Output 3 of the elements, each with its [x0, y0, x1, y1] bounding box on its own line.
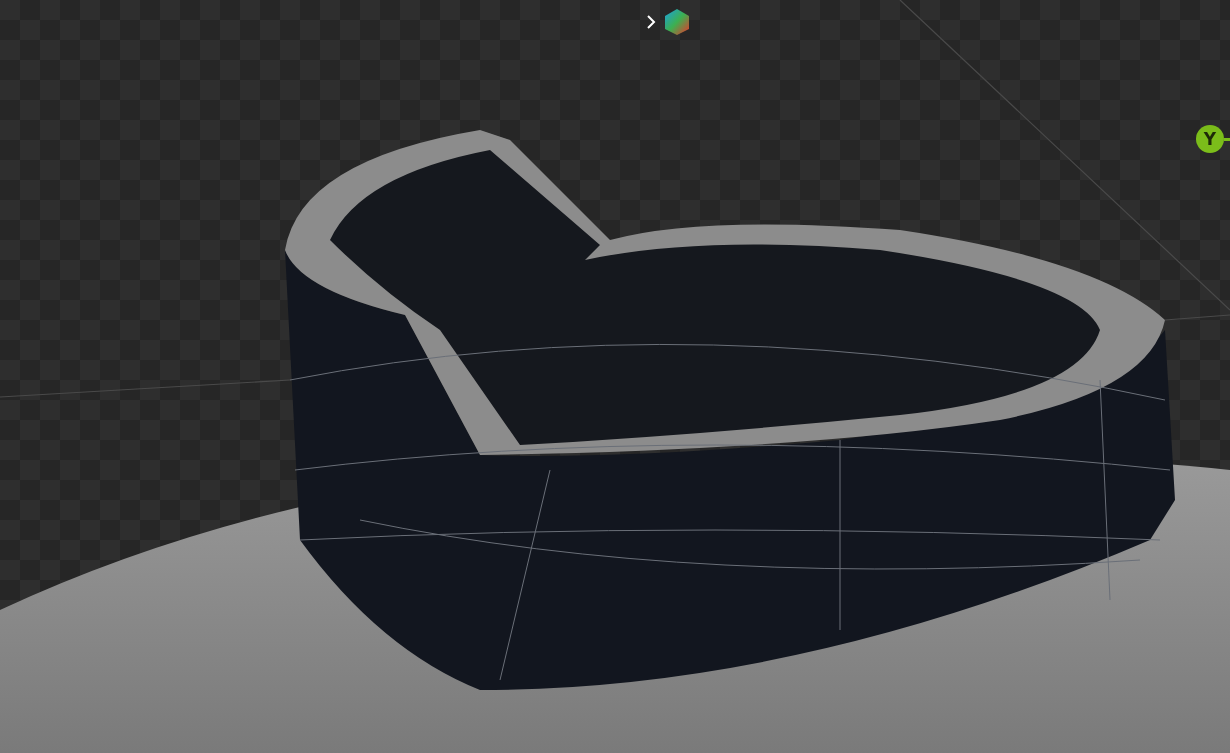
hexagon-icon[interactable]	[664, 8, 690, 36]
y-axis-gizmo[interactable]: Y	[1196, 125, 1224, 153]
chevron-right-icon[interactable]	[646, 14, 656, 30]
